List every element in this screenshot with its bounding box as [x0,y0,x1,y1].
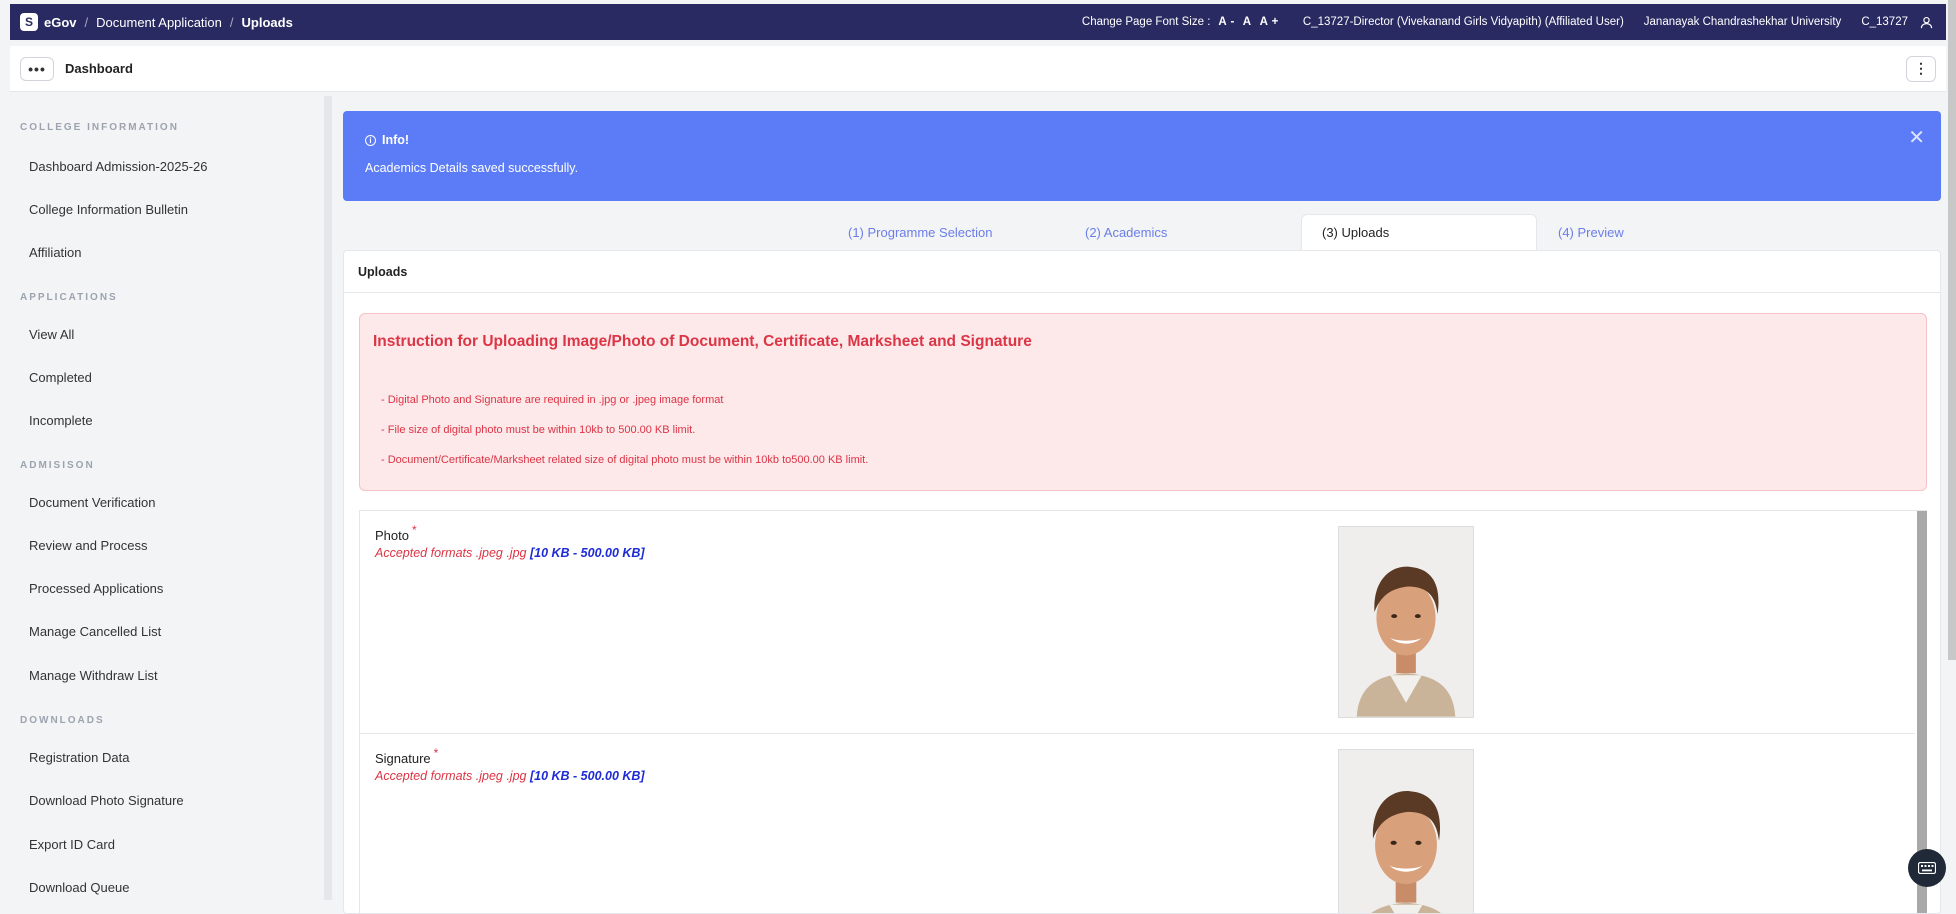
uploads-card: Uploads Instruction for Uploading Image/… [343,250,1941,914]
info-icon: i [365,134,376,146]
user-icon[interactable] [1916,12,1936,32]
sidebar-item-completed[interactable]: Completed [29,370,92,385]
app-name-link[interactable]: eGov [44,15,77,30]
photo-formats: Accepted formats .jpeg .jpg [375,546,527,560]
app-logo[interactable]: S [20,13,38,31]
dashboard-title: Dashboard [65,61,133,76]
instruction-item: - Document/Certificate/Marksheet related… [381,454,869,466]
person-portrait-icon [1339,750,1473,913]
vertical-dots-icon[interactable]: ⋮ [1906,55,1936,82]
required-mark: * [411,523,417,537]
photo-format-hint: Accepted formats .jpeg .jpg [10 KB - 500… [375,546,645,560]
person-portrait-icon [1339,527,1473,717]
sidebar-section-applications: APPLICATIONS [20,292,118,303]
sidebar-item-registration-data[interactable]: Registration Data [29,750,129,765]
sidebar-scrollbar[interactable] [324,96,332,900]
breadcrumb-separator: / [229,14,234,30]
breadcrumb-document-application[interactable]: Document Application [96,15,222,30]
instruction-box: Instruction for Uploading Image/Photo of… [359,313,1927,491]
sidebar-section-admission: ADMISISON [20,460,95,471]
sidebar-item-download-queue[interactable]: Download Queue [29,880,129,895]
required-mark: * [433,746,439,760]
close-icon[interactable]: ✕ [1908,125,1925,150]
instruction-item: - Digital Photo and Signature are requir… [381,394,724,406]
sub-header: ••• Dashboard ⋮ [10,46,1946,92]
sidebar-item-manage-withdraw-list[interactable]: Manage Withdraw List [29,668,158,683]
keyboard-icon[interactable] [1908,849,1946,887]
tab-preview[interactable]: (4) Preview [1558,214,1624,250]
application-tabs: (1) Programme Selection (2) Academics (3… [343,214,1941,250]
photo-upload-row: Photo * Accepted formats .jpeg .jpg [10 K… [359,511,1915,734]
font-increase-button[interactable]: A + [1260,16,1279,28]
user-role: C_13727-Director (Vivekanand Girls Vidya… [1302,16,1624,28]
sidebar-item-college-information-bulletin[interactable]: College Information Bulletin [29,202,188,217]
font-decrease-button[interactable]: A - [1218,16,1234,28]
card-title: Uploads [344,251,1940,293]
sidebar-section-college-information: COLLEGE INFORMATION [20,122,179,133]
font-size-label: Change Page Font Size : [1081,16,1211,28]
photo-label: Photo * [375,523,417,543]
sidebar-item-incomplete[interactable]: Incomplete [29,413,93,428]
signature-label-text: Signature [375,751,431,766]
sidebar-item-manage-cancelled-list[interactable]: Manage Cancelled List [29,624,161,639]
tab-programme-selection[interactable]: (1) Programme Selection [848,214,993,250]
uploads-list: Photo * Accepted formats .jpeg .jpg [10 K… [359,510,1927,913]
signature-format-hint: Accepted formats .jpeg .jpg [10 KB - 500… [375,769,645,783]
photo-preview-image[interactable] [1338,526,1474,718]
sidebar-item-view-all[interactable]: View All [29,327,74,342]
sidebar-item-affiliation[interactable]: Affiliation [29,245,82,260]
signature-label: Signature * [375,746,438,766]
sidebar-section-downloads: DOWNLOADS [20,715,105,726]
info-alert-message: Academics Details saved successfully. [365,161,579,175]
keyboard-glyph [1918,862,1936,874]
info-alert-title-row: i Info! [365,133,1919,147]
tab-uploads[interactable]: (3) Uploads [1301,214,1537,250]
font-reset-button[interactable]: A [1243,16,1252,28]
photo-size-limit: [10 KB - 500.00 KB] [529,546,645,560]
sidebar: COLLEGE INFORMATION Dashboard Admission-… [10,96,332,914]
info-alert: i Info! Academics Details saved successf… [343,111,1941,201]
sidebar-item-processed-applications[interactable]: Processed Applications [29,581,163,596]
topbar-right: Change Page Font Size : A - A A + C_1372… [1068,12,1936,32]
signature-size-limit: [10 KB - 500.00 KB] [529,769,645,783]
university-name: Jananayak Chandrashekhar University [1643,16,1842,28]
photo-label-text: Photo [375,528,409,543]
signature-preview-image[interactable] [1338,749,1474,913]
page-scrollbar[interactable] [1948,0,1956,660]
instruction-title: Instruction for Uploading Image/Photo of… [373,333,1032,350]
tab-academics[interactable]: (2) Academics [1085,214,1167,250]
sidebar-item-export-id-card[interactable]: Export ID Card [29,837,115,852]
sidebar-item-document-verification[interactable]: Document Verification [29,495,155,510]
info-alert-title: Info! [382,133,410,147]
instruction-item: - File size of digital photo must be wit… [381,424,696,436]
user-id[interactable]: C_13727 [1861,16,1908,28]
sidebar-item-dashboard-admission[interactable]: Dashboard Admission-2025-26 [29,159,208,174]
signature-formats: Accepted formats .jpeg .jpg [375,769,527,783]
signature-upload-row: Signature * Accepted formats .jpeg .jpg [… [359,734,1915,913]
breadcrumb-current: Uploads [241,14,293,30]
sidebar-item-review-and-process[interactable]: Review and Process [29,538,148,553]
sidebar-item-download-photo-signature[interactable]: Download Photo Signature [29,793,184,808]
breadcrumb-separator: / [84,14,89,30]
ellipsis-icon[interactable]: ••• [20,56,54,81]
top-navbar: S eGov / Document Application / Uploads … [10,4,1946,40]
